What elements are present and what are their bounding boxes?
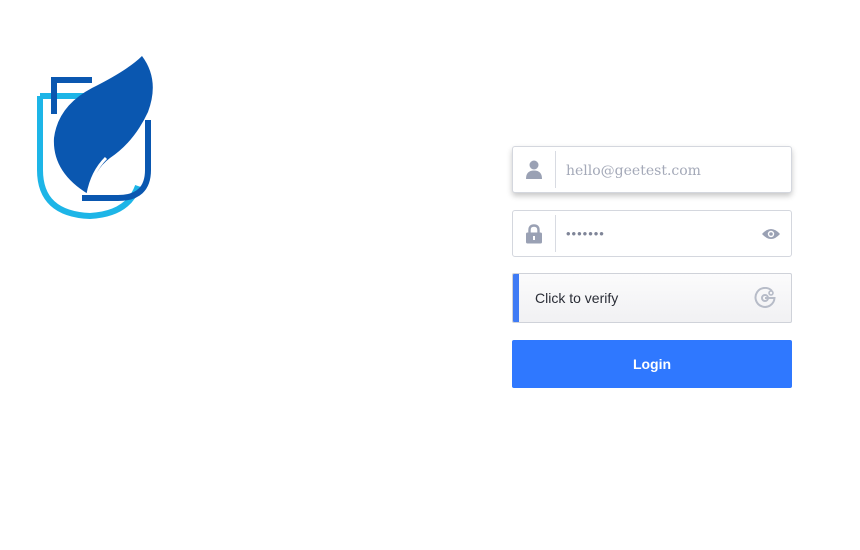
login-page: Click to verify Login — [0, 0, 860, 550]
lock-icon — [513, 211, 555, 256]
geetest-verify-icon — [753, 286, 777, 310]
eye-icon[interactable] — [751, 211, 791, 256]
email-field[interactable] — [556, 147, 791, 192]
verify-accent-bar — [513, 274, 519, 322]
captcha-verify-button[interactable]: Click to verify — [512, 273, 792, 323]
login-form: Click to verify Login — [512, 146, 792, 388]
user-icon — [513, 147, 555, 192]
brand-logo — [37, 56, 153, 220]
verify-label: Click to verify — [535, 290, 619, 306]
email-field-container — [512, 146, 792, 193]
login-button[interactable]: Login — [512, 340, 792, 388]
password-field-container — [512, 210, 792, 257]
password-field[interactable] — [556, 211, 751, 256]
